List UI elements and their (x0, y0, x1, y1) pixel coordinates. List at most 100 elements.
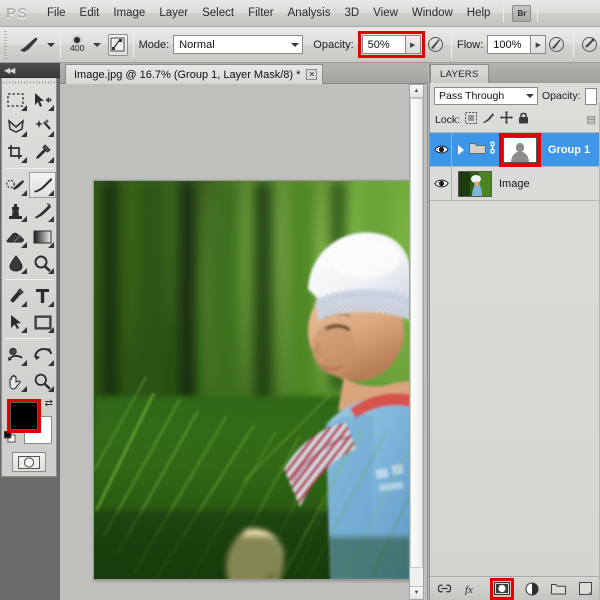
airbrush-icon[interactable] (579, 34, 600, 56)
foreground-color-swatch[interactable] (10, 402, 38, 430)
clone-stamp-tool[interactable] (2, 198, 29, 224)
canvas-vertical-scrollbar[interactable]: ▲ ▼ (409, 84, 424, 600)
document-tabstrip: Image.jpg @ 16.7% (Group 1, Layer Mask/8… (60, 63, 428, 84)
brush-preset-caret-icon[interactable] (46, 42, 55, 47)
swap-colors-icon[interactable]: ⇄ (45, 398, 53, 409)
eyedropper-tool[interactable] (29, 139, 56, 165)
chevron-down-icon (291, 42, 300, 47)
menu-view[interactable]: View (366, 4, 405, 22)
layer-name-group-1: Group 1 (548, 143, 591, 156)
menu-help[interactable]: Help (460, 4, 498, 22)
menu-image[interactable]: Image (106, 4, 152, 22)
scrollbar-thumb[interactable] (410, 98, 423, 568)
brush-size-value: 400 (70, 42, 85, 53)
tools-panel-header[interactable]: ◀◀ (0, 63, 60, 78)
layer-thumbnail-image[interactable] (458, 170, 492, 197)
layer-visibility-toggle-group-1[interactable] (432, 133, 452, 166)
menubar-divider (503, 4, 505, 22)
rectangle-tool[interactable] (29, 309, 56, 335)
path-selection-tool[interactable] (2, 309, 29, 335)
menu-layer[interactable]: Layer (152, 4, 195, 22)
scroll-down-icon[interactable]: ▼ (410, 586, 423, 599)
lock-transparent-pixels-icon[interactable] (465, 111, 478, 129)
chevron-down-icon (526, 94, 534, 98)
zoom-tool[interactable] (29, 368, 56, 394)
add-layer-mask-button[interactable] (493, 582, 510, 596)
layer-row-image[interactable]: Image (430, 167, 600, 201)
add-layer-mask-highlight-box (489, 577, 514, 600)
marquee-tool[interactable] (2, 87, 29, 113)
menu-3d[interactable]: 3D (337, 4, 366, 22)
blur-tool[interactable] (2, 250, 29, 276)
link-mask-icon[interactable] (489, 140, 496, 159)
menu-select[interactable]: Select (195, 4, 241, 22)
eraser-tool[interactable] (2, 224, 29, 250)
new-group-button[interactable] (550, 580, 568, 598)
layer-row-group-1[interactable]: Group 1 (430, 132, 600, 167)
dodge-tool[interactable] (29, 250, 56, 276)
spot-healing-tool[interactable] (2, 172, 29, 198)
brush-panel-toggle-icon[interactable] (107, 33, 128, 56)
move-tool[interactable] (29, 87, 56, 113)
menu-bar: PS File Edit Image Layer Select Filter A… (0, 0, 600, 27)
close-tab-icon[interactable]: ✕ (306, 69, 318, 80)
lock-image-pixels-icon[interactable] (482, 111, 495, 129)
layer-mask-thumbnail[interactable] (503, 136, 537, 163)
double-arrow-left-icon[interactable]: ◀◀ (4, 66, 15, 75)
flow-pressure-icon[interactable] (546, 34, 567, 56)
tools-panel-grip[interactable] (2, 78, 56, 87)
link-layers-button[interactable] (436, 580, 454, 598)
brush-tool-icon[interactable] (16, 34, 43, 56)
new-fill-adjustment-button[interactable] (523, 580, 541, 598)
tab-layers[interactable]: LAYERS (430, 64, 489, 83)
brush-tool[interactable] (29, 172, 56, 198)
menu-window[interactable]: Window (405, 4, 460, 22)
tool-row-7 (2, 250, 56, 276)
crop-tool[interactable] (2, 139, 29, 165)
lasso-tool[interactable] (2, 113, 29, 139)
magic-wand-tool[interactable] (29, 113, 56, 139)
quick-mask-mode-icon[interactable] (12, 452, 46, 472)
image-canvas[interactable] (93, 180, 410, 580)
opacity-stepper[interactable]: ▶ (405, 35, 421, 54)
document-canvas[interactable]: ▲ ▼ (60, 84, 428, 600)
menu-analysis[interactable]: Analysis (281, 4, 338, 22)
disclosure-triangle-right-icon[interactable] (458, 144, 464, 155)
bridge-launch-button[interactable]: Br (512, 4, 532, 22)
scroll-up-icon[interactable]: ▲ (410, 85, 423, 98)
type-tool[interactable] (29, 283, 56, 309)
hand-tool[interactable] (2, 368, 29, 394)
history-brush-tool[interactable] (29, 198, 56, 224)
brush-size-display[interactable]: 400 (66, 30, 89, 60)
lock-all-icon[interactable] (518, 111, 529, 129)
orbit-3d-tool[interactable] (29, 342, 56, 368)
tools-divider-3 (5, 338, 53, 339)
lock-position-icon[interactable] (500, 111, 514, 129)
rotate-3d-tool[interactable] (2, 342, 29, 368)
flow-input[interactable]: 100% (487, 35, 532, 54)
opacity-highlight-box: 50% ▶ (357, 31, 425, 58)
gradient-tool[interactable] (29, 224, 56, 250)
layer-style-button[interactable]: fx (463, 580, 481, 598)
opacity-input[interactable]: 50% (361, 35, 406, 54)
layer-mask-highlight-box (499, 132, 541, 167)
layer-visibility-toggle-image[interactable] (432, 167, 452, 200)
document-tab[interactable]: Image.jpg @ 16.7% (Group 1, Layer Mask/8… (65, 64, 324, 84)
tool-row-11 (2, 368, 56, 394)
opacity-pressure-icon[interactable] (425, 34, 446, 56)
blend-mode-select[interactable]: Normal (173, 35, 304, 54)
brush-size-caret-icon[interactable] (92, 42, 101, 47)
tools-panel-body: ⇄ (1, 78, 57, 477)
menu-edit[interactable]: Edit (73, 4, 107, 22)
options-divider-2 (132, 31, 134, 58)
layer-opacity-input[interactable] (584, 87, 597, 105)
options-divider-3 (451, 31, 453, 58)
options-bar-grip[interactable] (2, 29, 10, 60)
new-layer-button[interactable] (577, 580, 595, 598)
flow-stepper[interactable]: ▶ (531, 35, 547, 54)
menu-file[interactable]: File (40, 4, 73, 22)
layer-blend-mode-select[interactable]: Pass Through (434, 87, 538, 105)
pen-tool[interactable] (2, 283, 29, 309)
menu-filter[interactable]: Filter (241, 4, 281, 22)
layer-blend-mode-value: Pass Through (439, 90, 505, 102)
